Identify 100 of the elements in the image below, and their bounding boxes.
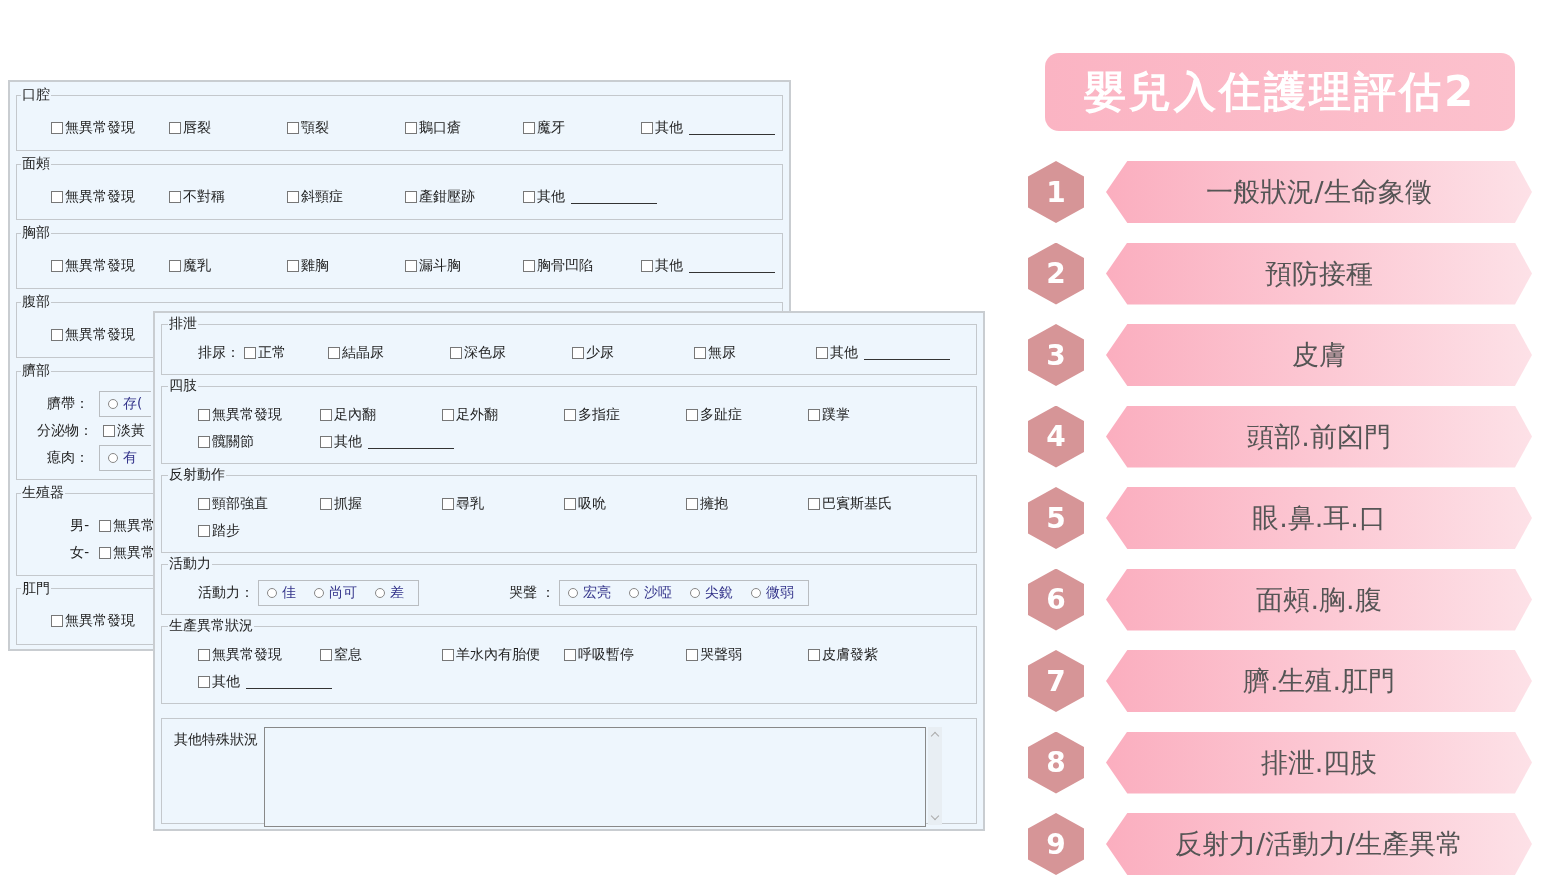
slide-title: 嬰兒入住護理評估2 — [1045, 53, 1515, 131]
menu-item[interactable]: 一般狀況/生命象徵 — [1106, 161, 1532, 223]
radio-button[interactable] — [568, 587, 579, 598]
checkbox[interactable] — [450, 346, 462, 359]
menu-item[interactable]: 面頰.胸.腹 — [1106, 568, 1532, 631]
option-label: 其他 — [830, 343, 858, 362]
checkbox[interactable] — [99, 519, 111, 532]
checkbox[interactable] — [816, 346, 828, 359]
field-label: 排尿： — [198, 343, 240, 362]
checkbox[interactable] — [523, 259, 535, 272]
checkbox[interactable] — [808, 408, 820, 421]
option-label: 其他 — [537, 187, 565, 206]
checkbox[interactable] — [287, 190, 299, 203]
checkbox[interactable] — [51, 190, 63, 203]
checkbox[interactable] — [169, 190, 181, 203]
checkbox[interactable] — [564, 408, 576, 421]
menu-item[interactable]: 反射力/活動力/生產異常 — [1106, 813, 1532, 875]
radio-button[interactable] — [314, 587, 324, 598]
notes-field[interactable] — [264, 727, 926, 827]
checkbox[interactable] — [523, 190, 535, 203]
radio-button[interactable] — [108, 398, 118, 409]
checkbox[interactable] — [51, 121, 63, 134]
checkbox[interactable] — [405, 259, 417, 272]
radio-button[interactable] — [629, 587, 640, 598]
checkbox[interactable] — [51, 328, 63, 341]
radio-button[interactable] — [690, 587, 701, 598]
checkbox[interactable] — [320, 648, 332, 661]
checkbox[interactable] — [686, 497, 698, 510]
checkbox[interactable] — [320, 435, 332, 448]
option-label: 產鉗壓跡 — [419, 187, 475, 206]
field-label: 瘜肉： — [46, 448, 89, 467]
field-label: 活動力： — [198, 583, 254, 602]
field-label: 臍帶： — [46, 394, 89, 413]
checkbox[interactable] — [99, 546, 111, 559]
field-label: 男- — [69, 516, 89, 535]
checkbox[interactable] — [198, 435, 210, 448]
radio-button[interactable] — [267, 587, 277, 598]
menu-item[interactable]: 眼.鼻.耳.口 — [1106, 487, 1532, 549]
checkbox[interactable] — [320, 497, 332, 510]
option-label: 頸部強直 — [212, 494, 268, 513]
checkbox[interactable] — [641, 121, 653, 134]
checkbox[interactable] — [686, 408, 698, 421]
checkbox[interactable] — [564, 648, 576, 661]
menu-item[interactable]: 預防接種 — [1106, 242, 1532, 305]
checkbox[interactable] — [198, 524, 210, 537]
option-label: 斜頸症 — [301, 187, 343, 206]
checkbox[interactable] — [442, 648, 454, 661]
checkbox[interactable] — [287, 121, 299, 134]
checkbox[interactable] — [686, 648, 698, 661]
checkbox[interactable] — [103, 424, 115, 437]
checkbox[interactable] — [198, 408, 210, 421]
option-label: 有 — [123, 448, 137, 467]
option-label: 多趾症 — [700, 405, 742, 424]
option-label: 窒息 — [334, 645, 362, 664]
checkbox[interactable] — [808, 648, 820, 661]
menu-item[interactable]: 皮膚 — [1106, 324, 1532, 386]
checkbox[interactable] — [405, 121, 417, 134]
checkbox[interactable] — [198, 497, 210, 510]
number-badge: 3 — [1028, 324, 1084, 386]
checkbox[interactable] — [564, 497, 576, 510]
field-label: 女- — [69, 543, 89, 562]
option-label: 魔乳 — [183, 256, 211, 275]
checkbox[interactable] — [572, 346, 584, 359]
field-label: 哭聲 ： — [509, 583, 556, 602]
checkbox[interactable] — [328, 346, 340, 359]
menu-item[interactable]: 臍.生殖.肛門 — [1106, 650, 1532, 712]
checkbox[interactable] — [51, 259, 63, 272]
option-label: 尚可 — [329, 583, 357, 602]
option-label: 淡黃 — [117, 421, 145, 440]
radio-button[interactable] — [375, 587, 385, 598]
option-label: 皮膚發紫 — [822, 645, 878, 664]
menu-item[interactable]: 排泄.四肢 — [1106, 731, 1532, 794]
checkbox[interactable] — [694, 346, 706, 359]
checkbox[interactable] — [442, 497, 454, 510]
checkbox[interactable] — [320, 408, 332, 421]
checkbox[interactable] — [169, 121, 181, 134]
checkbox[interactable] — [198, 675, 210, 688]
option-label: 其他 — [212, 672, 240, 691]
radio-button[interactable] — [751, 587, 762, 598]
checkbox[interactable] — [244, 346, 256, 359]
checkbox[interactable] — [405, 190, 417, 203]
checkbox[interactable] — [641, 259, 653, 272]
option-label: 宏亮 — [583, 583, 612, 602]
checkbox[interactable] — [287, 259, 299, 272]
checkbox[interactable] — [51, 615, 63, 628]
field-label: 其他特殊狀況 — [174, 731, 258, 749]
option-label: 少尿 — [586, 343, 614, 362]
number-badge: 7 — [1028, 650, 1084, 712]
checkbox[interactable] — [169, 259, 181, 272]
checkbox[interactable] — [808, 497, 820, 510]
option-label: 其他 — [655, 118, 683, 137]
section-title: 口腔 — [21, 86, 51, 104]
checkbox[interactable] — [198, 648, 210, 661]
option-label: 多指症 — [578, 405, 620, 424]
option-label: 呼吸暫停 — [578, 645, 634, 664]
option-label: 差 — [390, 583, 404, 602]
checkbox[interactable] — [442, 408, 454, 421]
menu-item[interactable]: 頭部.前囟門 — [1106, 405, 1532, 468]
radio-button[interactable] — [108, 452, 118, 463]
checkbox[interactable] — [523, 121, 535, 134]
